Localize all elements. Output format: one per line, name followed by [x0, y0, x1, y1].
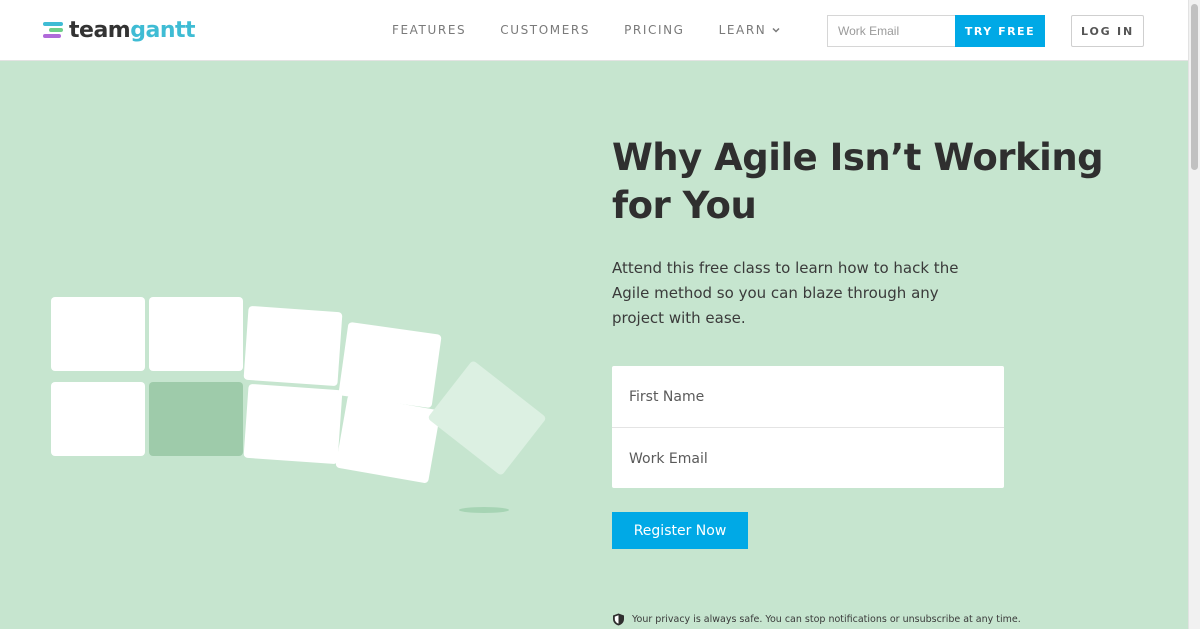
illustration-tile: [149, 297, 243, 371]
logo-gantt-text: gantt: [130, 17, 196, 43]
privacy-text: Your privacy is always safe. You can sto…: [632, 614, 1021, 625]
illustration-tile-highlighted: [149, 382, 243, 456]
nav-item-pricing[interactable]: PRICING: [624, 23, 685, 37]
logo-mark-icon: [43, 20, 67, 40]
chevron-down-icon: [772, 27, 780, 33]
tiles-illustration: [0, 61, 600, 629]
illustration-tile: [51, 297, 145, 371]
work-email-field[interactable]: [612, 428, 1004, 489]
scrollbar-thumb[interactable]: [1191, 4, 1198, 170]
hero-description: Attend this free class to learn how to h…: [612, 259, 959, 327]
nav-item-customers[interactable]: CUSTOMERS: [500, 23, 590, 37]
first-name-field[interactable]: [612, 366, 1004, 427]
logo-team-text: team: [69, 17, 131, 43]
illustration-tile: [243, 383, 343, 465]
nav-item-label: FEATURES: [392, 23, 467, 37]
registration-form: [612, 366, 1004, 489]
illustration-tile-falling: [427, 359, 547, 477]
page-title: Why Agile Isn’t Working for You: [612, 136, 1104, 227]
illustration-tile: [335, 394, 441, 484]
header-email-input[interactable]: [827, 15, 956, 47]
register-now-button[interactable]: Register Now: [612, 512, 748, 549]
illustration-tile: [51, 382, 145, 456]
hero-section: Why Agile Isn’t Working for You Attend t…: [0, 61, 1188, 629]
main-nav: FEATURES CUSTOMERS PRICING LEARN: [392, 23, 814, 37]
shield-icon: [613, 613, 624, 626]
page-scrollbar[interactable]: [1188, 0, 1200, 629]
logo-wordmark: teamgantt: [69, 17, 196, 43]
try-free-button[interactable]: TRY FREE: [955, 15, 1045, 47]
nav-item-label: LEARN: [718, 23, 767, 37]
nav-item-label: CUSTOMERS: [500, 23, 591, 37]
nav-item-learn[interactable]: LEARN: [719, 23, 781, 37]
illustration-shadow: [459, 507, 509, 513]
privacy-notice: Your privacy is always safe. You can sto…: [612, 613, 1021, 626]
teamgantt-logo[interactable]: teamgantt: [43, 17, 196, 43]
nav-item-label: PRICING: [624, 23, 685, 37]
log-in-button[interactable]: LOG IN: [1071, 15, 1144, 47]
nav-item-features[interactable]: FEATURES: [392, 23, 466, 37]
illustration-tile: [243, 305, 343, 387]
top-navigation-bar: teamgantt FEATURES CUSTOMERS PRICING LEA…: [0, 0, 1188, 61]
